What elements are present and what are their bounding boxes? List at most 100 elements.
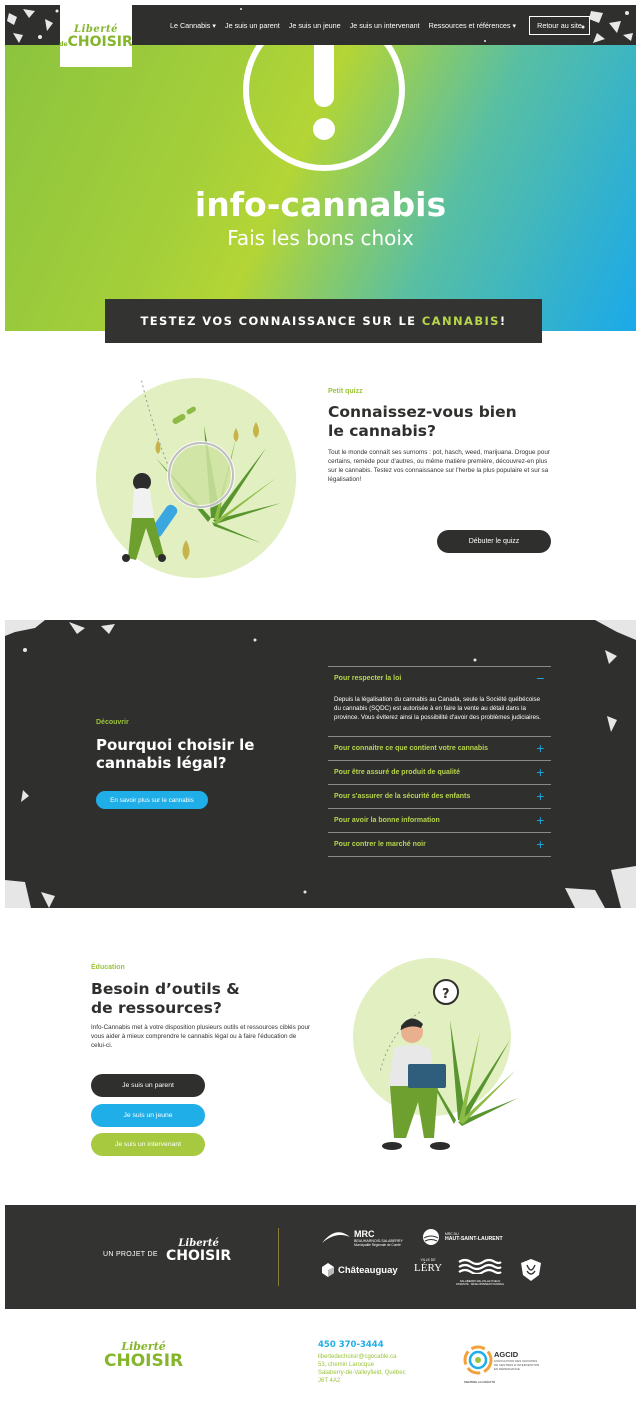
nav-item-jeune[interactable]: Je suis un jeune (289, 21, 341, 30)
minus-icon: − (535, 672, 545, 685)
valleyfield-subtitle: DIVERSITÉ · DÉVELOPPEMENT DURABLE (456, 1283, 504, 1286)
hsl-name: HAUT-SAINT-LAURENT (445, 1236, 503, 1242)
quiz-banner-highlight: CANNABIS (421, 314, 500, 328)
accordion-item: Pour respecter la loi − Depuis la légali… (328, 666, 551, 736)
accordion-label: Pour contrer le marché noir (334, 841, 426, 849)
svg-text:?: ? (442, 987, 450, 1002)
parent-button[interactable]: Je suis un parent (91, 1074, 205, 1097)
legal-title: Pourquoi choisir le cannabis légal? (96, 736, 254, 772)
quiz-banner-suffix: ! (499, 314, 507, 328)
nav-label: Le Cannabis (170, 20, 211, 30)
accordion-label: Pour respecter la loi (334, 675, 402, 682)
plus-icon: + (535, 790, 545, 804)
mrc-swoosh-icon (322, 1232, 350, 1243)
logo-choisir-word: CHOISIR (67, 33, 133, 50)
accordion-label: Pour être assuré de produit de qualité (334, 769, 461, 777)
footer-postal-code: J6T 4A2 (318, 1378, 341, 1384)
hsl-wave-icon (423, 1229, 439, 1245)
legal-title-line2: cannabis légal? (96, 754, 227, 772)
chevron-down-icon: ▾ (212, 20, 216, 30)
legal-kicker: Découvrir (96, 719, 129, 726)
hero-subtitle: Fais les bons choix (227, 226, 414, 250)
footer-address-line1: 53, chemin Larocque (318, 1362, 375, 1368)
mrc-hsl-logo: MRC DU HAUT-SAINT-LAURENT (420, 1228, 503, 1246)
youth-button[interactable]: Je suis un jeune (91, 1104, 205, 1127)
chevron-down-icon: ▾ (512, 20, 517, 30)
nav-label: Ressources et références (428, 20, 511, 30)
footer-address-line2: Salaberry-de-Valleyfield, Québec (318, 1370, 406, 1376)
mrc-name: MRC (354, 1229, 375, 1239)
education-title-line2: de ressources? (91, 999, 222, 1017)
quiz-banner-prefix: TESTEZ VOS CONNAISSANCE SUR LE (140, 314, 422, 328)
nav-item-intervenant[interactable]: Je suis un intervenant (350, 21, 420, 30)
quiz-banner[interactable]: TESTEZ VOS CONNAISSANCE SUR LE CANNABIS! (105, 299, 542, 343)
partner-choisir-text: CHOISIR (166, 1248, 232, 1264)
nav-item-le-cannabis[interactable]: Le Cannabis ▾ (170, 21, 216, 30)
education-kicker: Éducation (91, 964, 125, 971)
valleyfield-logo: SALABERRY-DE-VALLEYFIELD DIVERSITÉ · DÉV… (456, 1258, 504, 1286)
hero-banner: info-cannabis Fais les bons choix (5, 45, 636, 331)
education-description: Info-Cannabis met à votre disposition pl… (91, 1024, 311, 1049)
agcid-title: AGCID (494, 1350, 519, 1359)
accordion-toggle[interactable]: Pour avoir la bonne information + (328, 809, 551, 832)
person-laptop-illustration: ? (379, 979, 518, 1150)
mrc-logo-text: MRC BEAUHARNOIS-SALABERRY Municipalité R… (354, 1229, 403, 1247)
nav-item-parent[interactable]: Je suis un parent (225, 21, 280, 30)
legal-reasons-accordion: Pour respecter la loi − Depuis la légali… (328, 666, 551, 858)
accordion-toggle[interactable]: Pour s'assurer de la sécurité des enfant… (328, 785, 551, 808)
logo-choisir-text: deCHOISIR (59, 35, 133, 49)
accordion-toggle[interactable]: Pour connaitre ce que contient votre can… (328, 737, 551, 760)
logo-de-text: de (59, 40, 68, 48)
back-to-site-button[interactable]: Retour au site (529, 15, 590, 35)
project-by-label: UN PROJET DE (103, 1251, 158, 1258)
quiz-title-line1: Connaissez-vous bien (328, 403, 517, 421)
accordion-toggle[interactable]: Pour contrer le marché noir + (328, 833, 551, 856)
quiz-title-line2: le cannabis? (328, 422, 437, 440)
agcid-ring-icon (463, 1345, 493, 1375)
learn-more-cannabis-button[interactable]: En savoir plus sur le cannabis (96, 791, 208, 809)
start-quiz-button[interactable]: Débuter le quizz (437, 530, 551, 553)
legal-title-line1: Pourquoi choisir le (96, 736, 255, 754)
accordion-item: Pour contrer le marché noir + (328, 832, 551, 858)
partner-liberte-logo: Liberté CHOISIR (166, 1238, 231, 1263)
agcid-ring-label: MEMBRE ACCRÉDITÉ (464, 1380, 496, 1384)
nav-item-ressources[interactable]: Ressources et références ▾ (429, 21, 517, 30)
accordion-label: Pour s'assurer de la sécurité des enfant… (334, 793, 471, 801)
valleyfield-waves-icon (458, 1258, 502, 1276)
accordion-item: Pour être assuré de produit de qualité + (328, 760, 551, 784)
main-nav: Le Cannabis ▾ Je suis un parent Je suis … (170, 5, 590, 45)
chateauguay-name: Châteauguay (338, 1264, 398, 1276)
agcid-logo: AGCID ASSOCIATION DES GROUPES DE CENTRES… (494, 1350, 539, 1371)
accordion-item: Pour connaitre ce que contient votre can… (328, 736, 551, 760)
municipal-crest-icon (521, 1259, 541, 1281)
footer-logo[interactable]: Liberté CHOISIR (104, 1340, 183, 1370)
accordion-toggle[interactable]: Pour respecter la loi − (328, 667, 551, 690)
accordion-toggle[interactable]: Pour être assuré de produit de qualité + (328, 761, 551, 784)
mrc-beauharnois-logo: MRC BEAUHARNOIS-SALABERRY Municipalité R… (322, 1229, 403, 1247)
plus-icon: + (535, 814, 545, 828)
accordion-item: Pour avoir la bonne information + (328, 808, 551, 832)
site-logo[interactable]: Liberté deCHOISIR (59, 5, 133, 67)
cannabis-magnifier-illustration (122, 378, 281, 562)
lery-logo: VILLE DE LÉRY (414, 1258, 442, 1274)
footer-logo-choisir: CHOISIR (104, 1351, 184, 1371)
footer-phone[interactable]: 450 370-3444 (318, 1340, 384, 1350)
chateauguay-cube-icon (322, 1263, 334, 1277)
education-title: Besoin d’outils & de ressources? (91, 980, 240, 1018)
lery-name: LÉRY (414, 1262, 443, 1274)
quiz-description: Tout le monde connaît ses surnoms : pot,… (328, 449, 550, 483)
mrc-subtitle2: Municipalité Régionale de Comté (354, 1243, 401, 1247)
hero-title: info-cannabis (194, 185, 447, 224)
footer-email[interactable]: libertedechoisir@cgocable.ca (318, 1354, 396, 1360)
plus-icon: + (535, 766, 545, 780)
intervenant-button[interactable]: Je suis un intervenant (91, 1133, 205, 1156)
quiz-kicker: Petit quizz (328, 388, 363, 395)
agcid-subtitle3: EN DÉPENDANCE (494, 1367, 520, 1371)
quiz-title: Connaissez-vous bien le cannabis? (328, 403, 517, 441)
quiz-banner-text: TESTEZ VOS CONNAISSANCE SUR LE CANNABIS! (140, 314, 506, 328)
accordion-item: Pour s'assurer de la sécurité des enfant… (328, 784, 551, 808)
partners-divider (278, 1228, 279, 1286)
hsl-logo-text: MRC DU HAUT-SAINT-LAURENT (445, 1232, 503, 1242)
education-title-line1: Besoin d’outils & (91, 980, 240, 998)
plus-icon: + (535, 742, 545, 756)
